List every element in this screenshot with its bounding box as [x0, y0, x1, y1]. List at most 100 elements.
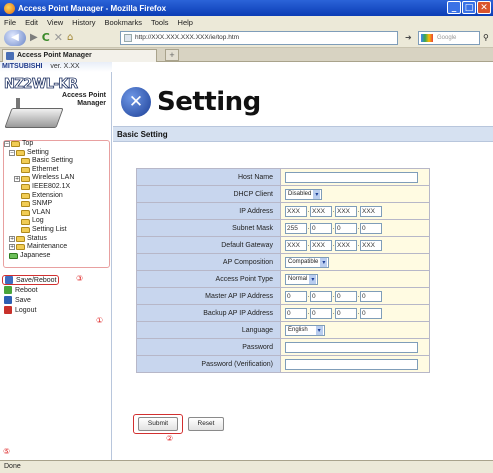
expand-icon[interactable]: + [9, 235, 15, 242]
tab-bar: Access Point Manager + [0, 48, 493, 62]
subnet-octet-2-input[interactable]: 0 [310, 222, 332, 234]
minimize-button[interactable]: _ [447, 1, 461, 14]
window-title: Access Point Manager - Mozilla Firefox [18, 3, 167, 13]
ip-octet-3-input[interactable]: XXX [335, 205, 357, 217]
search-icon[interactable]: ⚲ [483, 33, 489, 42]
close-button[interactable]: ✕ [477, 1, 491, 14]
menu-view[interactable]: View [47, 18, 63, 27]
brand-bar: MITSUBISHI ver. X.XX [0, 62, 112, 72]
tree-label-snmp: SNMP [32, 200, 53, 208]
collapse-icon[interactable]: − [4, 141, 10, 148]
menu-file[interactable]: File [4, 18, 16, 27]
backup-octet-4-input[interactable]: 0 [360, 307, 382, 319]
tree-item-extension[interactable]: Extension [4, 192, 110, 201]
save-reboot-action[interactable]: Save/Reboot ③ [2, 274, 110, 285]
tree-item-ethernet[interactable]: Ethernet [4, 166, 110, 175]
tree-label-ethernet: Ethernet [32, 165, 59, 173]
setting-gear-icon: ✕ [121, 87, 151, 117]
ap-type-select[interactable]: Normal [285, 273, 319, 285]
logout-icon [4, 306, 12, 314]
reload-icon[interactable]: C [42, 30, 50, 46]
save-reboot-highlight[interactable]: Save/Reboot [2, 275, 60, 285]
master-octet-3-input[interactable]: 0 [335, 290, 357, 302]
gateway-octet-1-input[interactable]: XXX [285, 239, 307, 251]
save-label: Save [15, 296, 31, 304]
menu-bookmarks[interactable]: Bookmarks [105, 18, 143, 27]
submit-button[interactable]: Submit [138, 417, 178, 431]
search-input[interactable]: Google [418, 31, 480, 45]
tab-access-point-manager[interactable]: Access Point Manager [2, 49, 157, 62]
gateway-octet-2-input[interactable]: XXX [310, 239, 332, 251]
tree-item-maintenance[interactable]: + Maintenance [4, 243, 110, 252]
folder-icon [21, 218, 30, 225]
backup-octet-2-input[interactable]: 0 [310, 307, 332, 319]
tree-item-log[interactable]: Log [4, 217, 110, 226]
ap-composition-select[interactable]: Compatible [285, 256, 330, 268]
menu-history[interactable]: History [72, 18, 95, 27]
subnet-octet-1-input[interactable]: 255 [285, 222, 307, 234]
master-octet-2-input[interactable]: 0 [310, 290, 332, 302]
search-placeholder: Google [437, 35, 457, 41]
tree-item-setting-list[interactable]: Setting List [4, 226, 110, 235]
tree-item-wireless-lan[interactable]: + Wireless LAN [4, 174, 110, 183]
go-arrow-icon[interactable]: ➜ [405, 33, 412, 42]
ip-octet-2-input[interactable]: XXX [310, 205, 332, 217]
backup-octet-1-input[interactable]: 0 [285, 307, 307, 319]
expand-icon[interactable]: + [9, 244, 15, 251]
product-logo: NZ2WL-KR Access Point Manager [4, 75, 108, 137]
back-icon[interactable]: ◀ [4, 29, 26, 46]
password-input[interactable] [285, 341, 418, 353]
gateway-octet-4-input[interactable]: XXX [360, 239, 382, 251]
collapse-icon[interactable]: − [9, 149, 15, 156]
tree-item-snmp[interactable]: SNMP [4, 200, 110, 209]
tree-label-extension: Extension [32, 191, 63, 199]
dhcp-client-select[interactable]: Disabled [285, 188, 323, 200]
master-octet-4-input[interactable]: 0 [360, 290, 382, 302]
stop-icon[interactable]: ✕ [54, 30, 63, 46]
new-tab-button[interactable]: + [165, 49, 179, 61]
master-octet-1-input[interactable]: 0 [285, 290, 307, 302]
password-verification-input[interactable] [285, 358, 418, 370]
tree-label-status: Status [27, 234, 47, 242]
tree-item-ieee8021x[interactable]: IEEE802.1X [4, 183, 110, 192]
row-backup-ap: Backup AP IP Address 0.0.0.0 [136, 304, 430, 322]
subnet-octet-3-input[interactable]: 0 [335, 222, 357, 234]
tree-item-vlan[interactable]: VLAN [4, 209, 110, 218]
ip-octet-1-input[interactable]: XXX [285, 205, 307, 217]
tree-item-top[interactable]: − Top [4, 140, 110, 149]
tree-item-setting[interactable]: − Setting [4, 149, 110, 158]
url-input[interactable]: http://XXX.XXX.XXX.XXX/ie/top.htm [120, 31, 398, 45]
home-icon[interactable]: ⌂ [67, 30, 73, 46]
row-ap-type: Access Point Type Normal [136, 270, 430, 288]
reset-button[interactable]: Reset [188, 417, 224, 431]
navigation-tree: − Top − Setting Basic Setting Ethernet + Wi… [4, 140, 110, 260]
label-password-verification: Password (Verification) [136, 355, 281, 373]
ip-octet-4-input[interactable]: XXX [360, 205, 382, 217]
reboot-action[interactable]: Reboot [4, 285, 110, 295]
menu-edit[interactable]: Edit [25, 18, 38, 27]
product-line-2: Manager [77, 100, 106, 107]
tree-label-log: Log [32, 217, 44, 225]
folder-icon [21, 184, 30, 191]
tree-item-status[interactable]: + Status [4, 235, 110, 244]
gateway-octet-3-input[interactable]: XXX [335, 239, 357, 251]
logout-action[interactable]: Logout [4, 305, 110, 315]
folder-icon [16, 244, 25, 251]
backup-octet-3-input[interactable]: 0 [335, 307, 357, 319]
tree-item-basic-setting[interactable]: Basic Setting [4, 157, 110, 166]
product-name: Access Point Manager [56, 92, 106, 108]
language-select[interactable]: English [285, 324, 325, 336]
expand-icon[interactable]: + [14, 175, 20, 182]
subnet-octet-4-input[interactable]: 0 [360, 222, 382, 234]
host-name-input[interactable] [285, 171, 418, 183]
tree-item-japanese[interactable]: Japanese [4, 252, 110, 261]
tree-label-vlan: VLAN [32, 208, 51, 216]
menu-tools[interactable]: Tools [151, 18, 169, 27]
search-engine-icon[interactable] [421, 34, 433, 42]
save-action[interactable]: Save [4, 295, 110, 305]
forward-icon[interactable]: ▶ [30, 30, 38, 46]
tree-label-setting-list: Setting List [32, 225, 67, 233]
maximize-button[interactable]: □ [462, 1, 476, 14]
menu-help[interactable]: Help [178, 18, 193, 27]
row-master-ap: Master AP IP Address 0.0.0.0 [136, 287, 430, 305]
